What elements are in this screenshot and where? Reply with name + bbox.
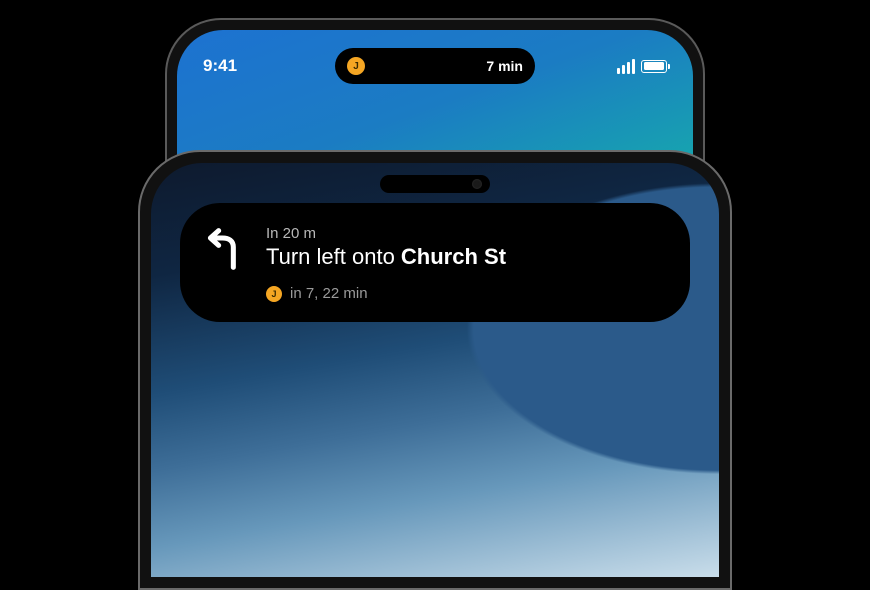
dynamic-island-expanded[interactable]: In 20 m Turn left onto Church St J in 7,… (180, 203, 690, 322)
status-bar: 9:41 J 7 min (177, 46, 693, 86)
volume-down-button (138, 396, 140, 456)
instruction-prefix: Turn left onto (266, 244, 401, 269)
cellular-signal-icon (617, 59, 635, 74)
compact-eta-text: 7 min (486, 58, 523, 74)
distance-label: In 20 m (266, 225, 664, 242)
phone-front-frame: In 20 m Turn left onto Church St J in 7,… (138, 150, 732, 590)
power-button (730, 332, 732, 422)
eta-row: J in 7, 22 min (266, 285, 664, 302)
app-badge-icon: J (347, 57, 365, 75)
dynamic-island-compact[interactable]: J 7 min (335, 48, 535, 84)
eta-text: in 7, 22 min (290, 285, 368, 302)
notch (380, 175, 490, 193)
app-badge-icon: J (266, 286, 282, 302)
phone-front-screen: In 20 m Turn left onto Church St J in 7,… (151, 163, 719, 577)
status-right (577, 59, 667, 74)
side-button (138, 272, 140, 306)
battery-icon (641, 60, 667, 73)
volume-up-button (138, 322, 140, 382)
turn-left-arrow-icon (204, 227, 248, 271)
instruction-street: Church St (401, 244, 506, 269)
status-time: 9:41 (203, 56, 293, 76)
instruction-text: Turn left onto Church St (266, 244, 664, 269)
front-camera-icon (472, 179, 482, 189)
navigation-instruction: In 20 m Turn left onto Church St J in 7,… (266, 225, 664, 302)
